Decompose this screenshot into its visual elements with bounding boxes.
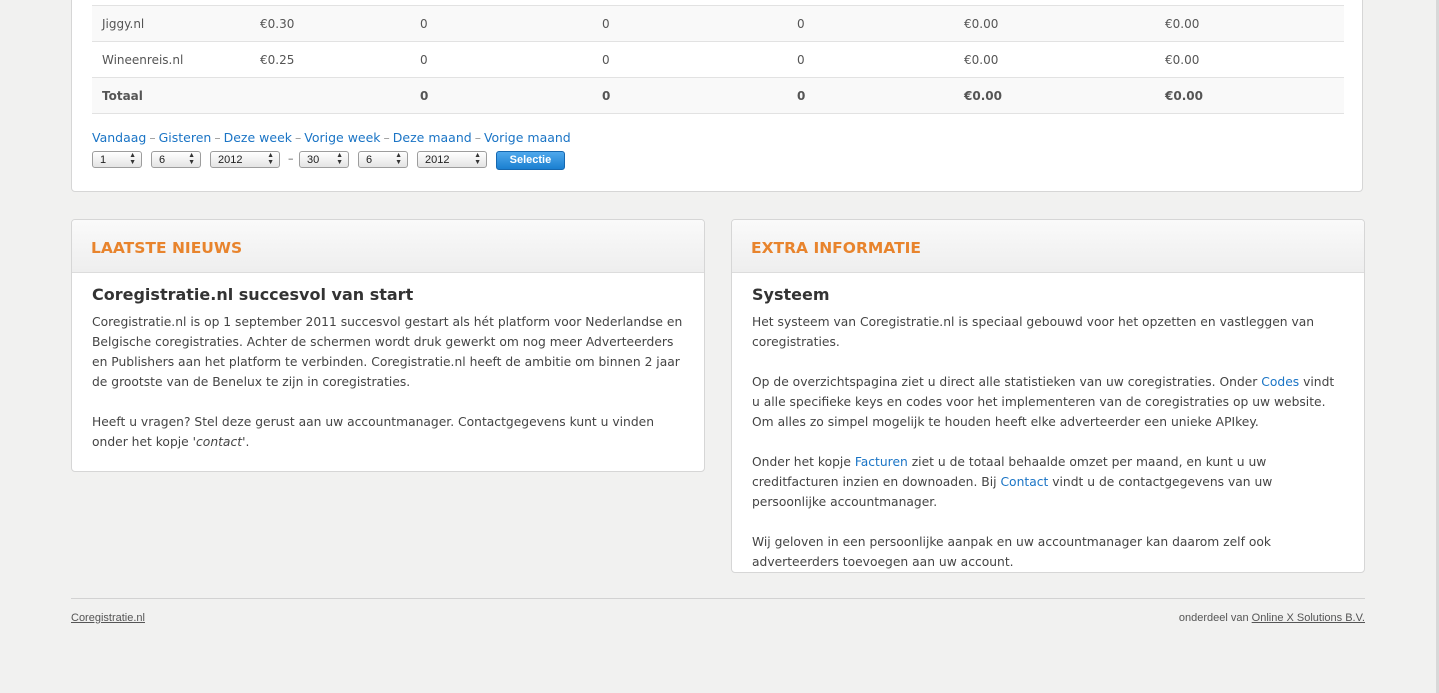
to-year-value: 2012 (425, 154, 450, 166)
select-arrows-icon: ▲ ▼ (267, 152, 274, 166)
from-day-value: 1 (100, 154, 107, 166)
price-cell: €0.30 (250, 5, 410, 42)
count-cell: 0 (410, 5, 592, 42)
select-arrows-icon: ▲ ▼ (188, 152, 195, 166)
extra-info-panel-header: EXTRA INFORMATIE (732, 220, 1364, 273)
table-row: Jiggy.nl €0.30 0 0 0 €0.00 €0.00 (92, 5, 1344, 42)
total-count-cell: 0 (787, 77, 954, 114)
amount-cell: €0.00 (954, 5, 1155, 42)
select-arrows-icon: ▲ ▼ (336, 152, 343, 166)
count-cell: 0 (592, 41, 787, 78)
range-link-last-week[interactable]: Vorige week (304, 130, 380, 145)
quick-range-links: Vandaag – Gisteren – Deze week – Vorige week – D… (92, 130, 571, 145)
extra-info-subtitle: Systeem (752, 285, 830, 304)
range-separator: – (149, 130, 156, 145)
select-arrows-icon: ▲ ▼ (395, 152, 402, 166)
range-separator: – (295, 130, 302, 145)
extra-info-panel-title: EXTRA INFORMATIE (751, 239, 922, 257)
count-cell: 0 (787, 41, 954, 78)
apply-selection-button[interactable]: Selectie aanpassen (496, 151, 565, 183)
from-year-value: 2012 (218, 154, 243, 166)
extra-info-panel: EXTRA INFORMATIE Systeem Het systeem van… (731, 219, 1365, 573)
stats-table: Jiggy.nl €0.30 0 0 0 €0.00 €0.00 Wineenr… (92, 5, 1344, 114)
amount-cell: €0.00 (1155, 5, 1344, 42)
range-separator: – (474, 130, 481, 145)
to-day-value: 30 (307, 154, 320, 166)
advertiser-name: Jiggy.nl (92, 5, 250, 42)
info-paragraph: Op de overzichtspagina ziet u direct all… (752, 372, 1344, 432)
total-count-cell: 0 (592, 77, 787, 114)
codes-link[interactable]: Codes (1261, 375, 1299, 389)
from-day-select[interactable]: 1 ▲ ▼ (92, 151, 142, 168)
extra-info-panel-body: Systeem Het systeem van Coregistratie.nl… (732, 273, 1364, 572)
date-range-separator: – (288, 152, 294, 165)
to-year-select[interactable]: 2012 ▲ ▼ (417, 151, 487, 168)
from-month-select[interactable]: 6 ▲ ▼ (151, 151, 201, 168)
range-link-this-week[interactable]: Deze week (224, 130, 292, 145)
footer-company-credit: onderdeel van Online X Solutions B.V. (1179, 612, 1365, 624)
footer: Coregistratie.nl onderdeel van Online X … (71, 598, 1365, 629)
footer-part-of-text: onderdeel van (1178, 612, 1252, 624)
table-row: Wineenreis.nl €0.25 0 0 0 €0.00 €0.00 (92, 41, 1344, 78)
price-cell: €0.25 (250, 41, 410, 78)
amount-cell: €0.00 (1155, 41, 1344, 78)
company-link[interactable]: Online X Solutions B.V. (1252, 612, 1365, 624)
range-link-this-month[interactable]: Deze maand (393, 130, 472, 145)
count-cell: 0 (410, 41, 592, 78)
total-label: Totaal (92, 77, 250, 114)
amount-cell: €0.00 (954, 41, 1155, 78)
stats-panel: Jiggy.nl €0.30 0 0 0 €0.00 €0.00 Wineenr… (71, 0, 1363, 192)
info-text: Op de overzichtspagina ziet u direct all… (752, 375, 1262, 389)
range-separator: – (214, 130, 221, 145)
price-cell (250, 77, 410, 114)
footer-brand-link[interactable]: Coregistratie.nl (71, 612, 145, 624)
to-month-select[interactable]: 6 ▲ ▼ (358, 151, 408, 168)
range-link-last-month[interactable]: Vorige maand (484, 130, 571, 145)
to-month-value: 6 (366, 154, 373, 166)
range-link-yesterday[interactable]: Gisteren (159, 130, 212, 145)
info-text: Onder het kopje (752, 455, 855, 469)
invoices-link[interactable]: Facturen (855, 455, 908, 469)
info-paragraph: Het systeem van Coregistratie.nl is spec… (752, 315, 1315, 349)
select-arrows-icon: ▲ ▼ (474, 152, 481, 166)
total-amount-cell: €0.00 (954, 77, 1155, 114)
news-paragraph: Coregistratie.nl is op 1 september 2011 … (92, 315, 683, 389)
from-year-select[interactable]: 2012 ▲ ▼ (210, 151, 280, 168)
news-panel-body: Coregistratie.nl succesvol van start Cor… (72, 273, 704, 452)
total-count-cell: 0 (410, 77, 592, 114)
news-article-title: Coregistratie.nl succesvol van start (92, 285, 414, 304)
range-separator: – (383, 130, 390, 145)
total-amount-cell: €0.00 (1155, 77, 1344, 114)
news-paragraph: Heeft u vragen? Stel deze gerust aan uw … (92, 412, 684, 452)
contact-emphasis: contact (196, 435, 243, 449)
to-day-select[interactable]: 30 ▲ ▼ (299, 151, 349, 168)
from-month-value: 6 (159, 154, 166, 166)
news-text: Heeft u vragen? Stel deze gerust aan uw … (92, 415, 654, 449)
count-cell: 0 (787, 5, 954, 42)
news-panel-title: LAATSTE NIEUWS (91, 239, 243, 257)
info-paragraph: Onder het kopje Facturen ziet u de totaa… (752, 452, 1344, 512)
news-text: '. (242, 435, 250, 449)
info-paragraph: Wij geloven in een persoonlijke aanpak e… (752, 535, 1272, 569)
advertiser-name: Wineenreis.nl (92, 41, 250, 78)
contact-link[interactable]: Contact (1000, 475, 1048, 489)
select-arrows-icon: ▲ ▼ (129, 152, 136, 166)
total-row: Totaal 0 0 0 €0.00 €0.00 (92, 77, 1344, 114)
news-panel: LAATSTE NIEUWS Coregistratie.nl succesvo… (71, 219, 705, 472)
news-panel-header: LAATSTE NIEUWS (72, 220, 704, 273)
count-cell: 0 (592, 5, 787, 42)
range-link-today[interactable]: Vandaag (92, 130, 146, 145)
